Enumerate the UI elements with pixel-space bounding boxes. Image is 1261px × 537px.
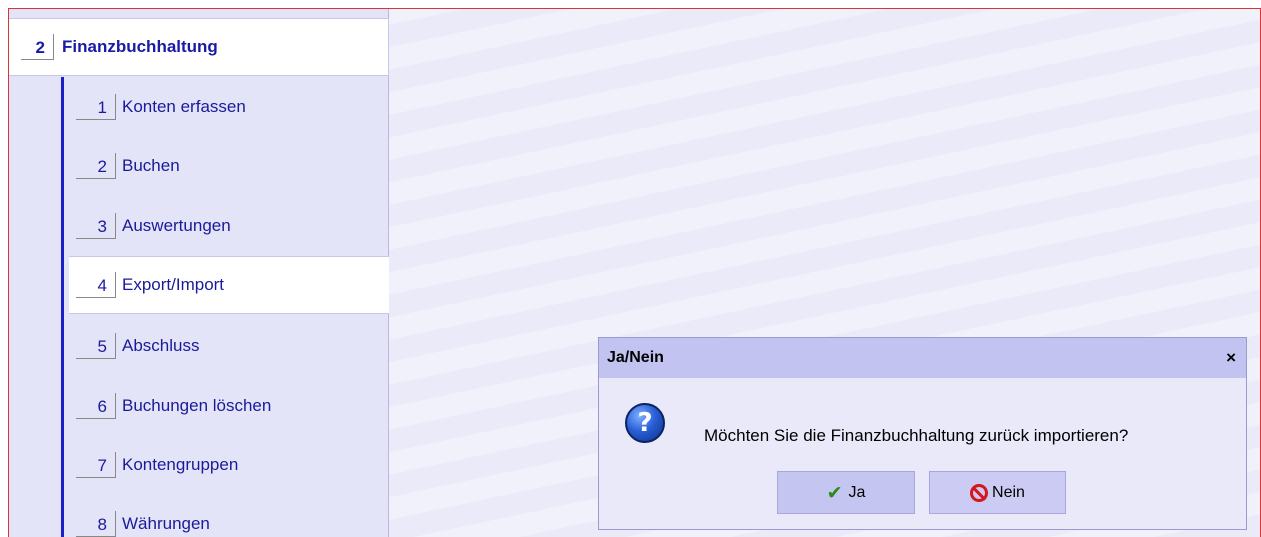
menu-label: Buchungen löschen — [122, 396, 272, 415]
menu-label: Konten erfassen — [122, 97, 246, 116]
menu-number: 1 — [76, 94, 116, 120]
sidebar-menu: 2 Finanzbuchhaltung 1 Konten erfassen 2 … — [9, 9, 389, 537]
yes-label: Ja — [848, 483, 866, 501]
menu-number: 8 — [76, 511, 116, 537]
sidebar-item-auswertungen[interactable]: 3 Auswertungen — [69, 197, 389, 255]
menu-label: Abschluss — [122, 336, 200, 355]
menu-label: Export/Import — [122, 275, 225, 294]
menu-number: 3 — [76, 213, 116, 239]
menu-label: Währungen — [122, 514, 210, 533]
sidebar-item-export-import[interactable]: 4 Export/Import — [69, 256, 389, 314]
menu-number: 2 — [76, 153, 116, 179]
no-label: Nein — [992, 483, 1025, 501]
sidebar-item-buchungen-loeschen[interactable]: 6 Buchungen löschen — [69, 377, 389, 435]
no-button[interactable]: Nein — [929, 471, 1066, 514]
check-icon: ✔ — [826, 481, 843, 504]
dialog-title: Ja/Nein — [607, 349, 664, 366]
dialog-titlebar: Ja/Nein × — [599, 338, 1246, 378]
sidebar-item-abschluss[interactable]: 5 Abschluss — [69, 317, 389, 375]
sidebar-item-waehrungen[interactable]: 8 Währungen — [69, 495, 389, 537]
menu-number: 2 — [21, 34, 54, 60]
sidebar-item-kontengruppen[interactable]: 7 Kontengruppen — [69, 436, 389, 494]
yes-button[interactable]: ✔ Ja — [777, 471, 915, 514]
dialog-message: Möchten Sie die Finanzbuchhaltung zurück… — [704, 426, 1129, 445]
close-icon[interactable]: × — [1226, 348, 1236, 368]
sidebar-item-buchen[interactable]: 2 Buchen — [69, 137, 389, 195]
menu-label: Finanzbuchhaltung — [62, 37, 218, 56]
sidebar-item-konten-erfassen[interactable]: 1 Konten erfassen — [69, 78, 389, 136]
question-icon: ? — [625, 403, 665, 443]
submenu-line — [61, 77, 64, 537]
prohibited-icon — [970, 483, 989, 502]
menu-number: 4 — [76, 272, 116, 298]
menu-item-finanzbuchhaltung[interactable]: 2 Finanzbuchhaltung — [9, 18, 389, 76]
menu-number: 6 — [76, 393, 116, 419]
menu-label: Buchen — [122, 156, 180, 175]
menu-label: Kontengruppen — [122, 455, 239, 474]
menu-number: 7 — [76, 452, 116, 478]
menu-label: Auswertungen — [122, 216, 231, 235]
menu-number: 5 — [76, 333, 116, 359]
confirm-dialog: Ja/Nein × ? Möchten Sie die Finanzbuchha… — [598, 337, 1247, 530]
